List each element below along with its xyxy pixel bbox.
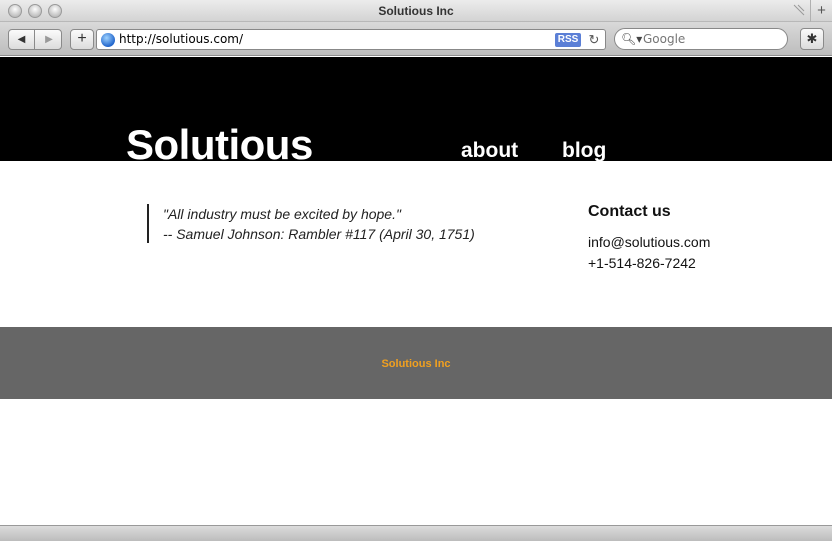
new-tab-button[interactable]: + (810, 0, 832, 22)
window-title: Solutious Inc (378, 4, 454, 18)
nav-about-link[interactable]: about (461, 139, 518, 161)
forward-button[interactable]: ▶ (36, 30, 62, 49)
search-input[interactable] (643, 30, 783, 48)
forward-arrow-icon: ▶ (45, 34, 53, 45)
site-footer: Solutious Inc (0, 327, 832, 399)
contact-heading: Contact us (588, 203, 671, 220)
browser-toolbar: ◀ ▶ + RSS ↻ 🔍︎▾ ✱ (0, 22, 832, 56)
window-titlebar: Solutious Inc + (0, 0, 832, 22)
rss-badge[interactable]: RSS (555, 33, 581, 47)
bug-icon: ✱ (806, 31, 818, 46)
quote-block: "All industry must be excited by hope." … (147, 204, 475, 243)
url-input[interactable] (119, 30, 539, 49)
site-header: Solutious about blog (0, 57, 832, 161)
bug-report-button[interactable]: ✱ (800, 28, 824, 50)
reload-icon[interactable]: ↻ (587, 31, 601, 48)
web-page: Solutious about blog "All industry must … (0, 57, 832, 525)
quote-text: "All industry must be excited by hope." (163, 206, 401, 222)
site-logo[interactable]: Solutious (126, 121, 313, 161)
search-field: 🔍︎▾ (614, 28, 788, 50)
nav-blog-link[interactable]: blog (562, 139, 606, 161)
address-bar: RSS ↻ (96, 29, 606, 50)
footer-text: Solutious Inc (381, 358, 451, 370)
add-bookmark-button[interactable]: + (70, 29, 94, 50)
search-icon[interactable]: 🔍︎▾ (621, 32, 642, 46)
back-arrow-icon: ◀ (17, 34, 26, 45)
resize-grip-icon (793, 4, 805, 16)
back-button[interactable]: ◀ (9, 30, 35, 49)
status-bar (0, 525, 832, 541)
globe-icon (101, 33, 115, 47)
back-forward-group: ◀ ▶ (8, 29, 62, 50)
plus-icon: + (77, 30, 87, 47)
quote-attribution: -- Samuel Johnson: Rambler #117 (April 3… (163, 226, 475, 242)
plus-icon: + (817, 2, 826, 19)
contact-phone: +1-514-826-7242 (588, 255, 696, 271)
contact-email[interactable]: info@solutious.com (588, 234, 710, 250)
